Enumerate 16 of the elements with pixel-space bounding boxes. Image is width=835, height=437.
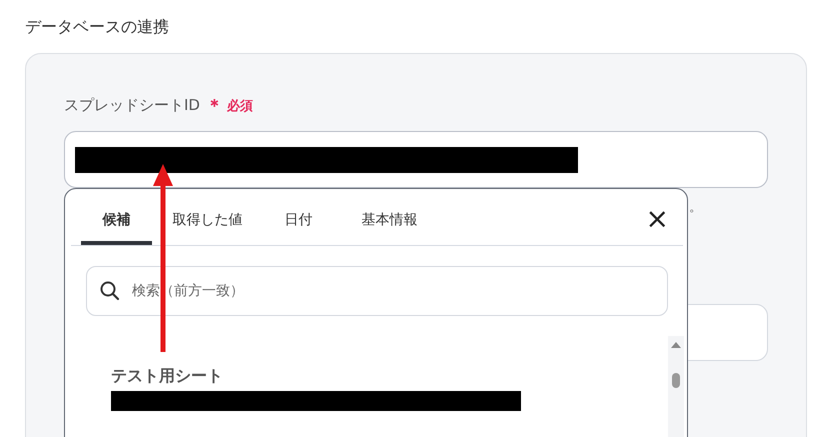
field-label: スプレッドシートID <box>64 96 200 115</box>
sheet-option[interactable]: テスト用シート <box>111 366 668 411</box>
section-title: データベースの連携 <box>25 17 169 38</box>
popup-tab[interactable]: 候補 <box>81 203 152 245</box>
scrollbar[interactable] <box>668 336 684 437</box>
required-label: ＊ 必須 <box>206 95 253 117</box>
search-icon <box>100 281 120 301</box>
hint-text: 。 <box>689 199 703 217</box>
scrollbar-thumb[interactable] <box>672 373 680 388</box>
popup-tab[interactable]: 日付 <box>263 203 334 245</box>
scroll-up-icon[interactable] <box>671 342 681 348</box>
popup-tab[interactable]: 取得した値 <box>172 203 243 245</box>
spreadsheet-id-field[interactable] <box>64 131 768 188</box>
popup-tab[interactable]: 基本情報 <box>354 203 425 245</box>
search-field[interactable]: 検索（前方一致） <box>86 266 668 316</box>
close-button[interactable]: × <box>646 205 669 233</box>
